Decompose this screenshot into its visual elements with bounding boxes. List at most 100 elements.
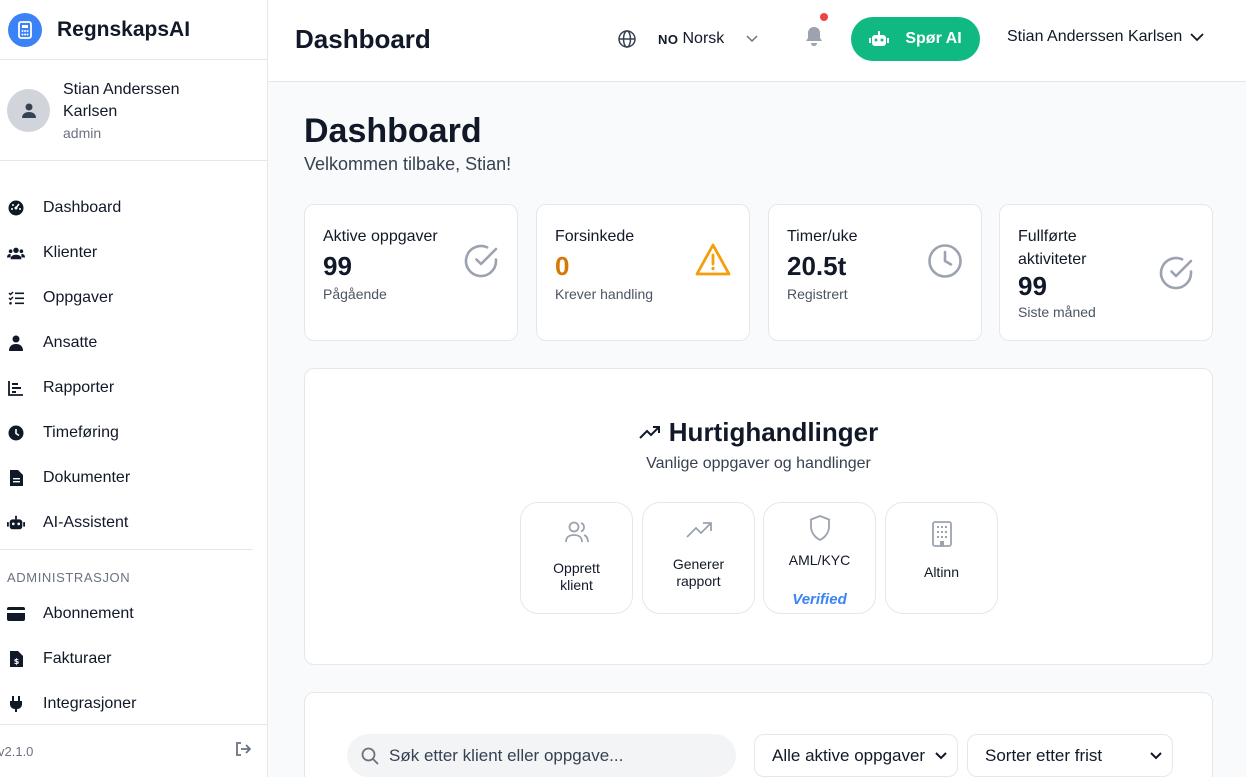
create-client-button[interactable]: Opprett klient xyxy=(520,502,633,614)
globe-icon xyxy=(618,30,636,48)
sidebar-item-label: Ansatte xyxy=(43,333,98,351)
notification-dot xyxy=(820,13,828,21)
language-code: NO xyxy=(658,31,679,47)
building-icon xyxy=(931,521,953,552)
sidebar-item-integrations[interactable]: Integrasjoner xyxy=(0,681,267,726)
robot-icon xyxy=(7,514,25,532)
sidebar-item-label: Abonnement xyxy=(43,604,134,622)
sidebar-item-subscription[interactable]: Abonnement xyxy=(0,591,267,636)
ask-ai-label: Spør AI xyxy=(905,30,962,47)
sidebar-item-label: Timeføring xyxy=(43,423,119,441)
stat-card-overdue[interactable]: Forsinkede 0 Krever handling xyxy=(536,204,750,341)
users-icon xyxy=(564,521,590,548)
robot-icon xyxy=(869,31,890,46)
sidebar-item-ai-assistant[interactable]: AI-Assistent xyxy=(0,500,267,545)
clock-icon xyxy=(927,243,963,284)
status-filter-select[interactable]: Alle aktive oppgaver xyxy=(754,734,958,777)
main-content: Dashboard Velkommen tilbake, Stian! Akti… xyxy=(268,82,1246,777)
stat-card-hours[interactable]: Timer/uke 20.5t Registrert xyxy=(768,204,982,341)
sort-select[interactable]: Sorter etter frist xyxy=(967,734,1173,777)
stat-note: Krever handling xyxy=(555,286,654,302)
tasks-icon xyxy=(7,289,25,307)
sidebar-item-label: AI-Assistent xyxy=(43,513,129,531)
employee-icon xyxy=(7,334,25,352)
sidebar-item-label: Oppgaver xyxy=(43,288,114,306)
sidebar-item-dashboard[interactable]: Dashboard xyxy=(0,185,267,230)
chevron-down-icon xyxy=(1190,32,1204,41)
user-menu[interactable]: Stian Anderssen Karlsen xyxy=(1007,28,1204,46)
sidebar-item-employees[interactable]: Ansatte xyxy=(0,320,267,365)
main-nav: Dashboard Klienter Oppgaver Ansatte Rapp… xyxy=(0,161,267,726)
shield-icon xyxy=(809,515,831,546)
quick-action-label: Altinn xyxy=(923,564,960,580)
nav-section-admin: ADMINISTRASJON xyxy=(7,570,131,585)
search-icon xyxy=(361,747,379,765)
plug-icon xyxy=(7,695,25,713)
stat-label: Forsinkede xyxy=(555,228,635,245)
notifications-button[interactable] xyxy=(804,13,828,50)
chevron-down-icon xyxy=(746,35,758,43)
quick-actions-panel: Hurtighandlinger Vanlige oppgaver og han… xyxy=(304,368,1213,665)
user-menu-name: Stian Anderssen Karlsen xyxy=(1007,28,1183,45)
quick-action-label: Opprett klient xyxy=(553,560,600,593)
sidebar-item-invoices[interactable]: $ Fakturaer xyxy=(0,636,267,681)
users-icon xyxy=(7,244,25,262)
verified-badge: Verified xyxy=(792,591,847,608)
document-icon xyxy=(7,469,25,487)
stat-label: Fullførte aktiviteter xyxy=(1018,228,1087,268)
altinn-button[interactable]: Altinn xyxy=(885,502,998,614)
page-subtitle: Velkommen tilbake, Stian! xyxy=(304,154,512,174)
sidebar-item-label: Klienter xyxy=(43,243,98,261)
chart-icon xyxy=(7,379,25,397)
brand[interactable]: RegnskapsAI xyxy=(0,0,267,60)
generate-report-button[interactable]: Generer rapport xyxy=(642,502,755,614)
quick-action-label: Generer rapport xyxy=(672,556,725,589)
credit-card-icon xyxy=(7,605,25,623)
sidebar-item-tasks[interactable]: Oppgaver xyxy=(0,275,267,320)
search-input[interactable] xyxy=(389,745,719,766)
topbar: Dashboard NO Norsk Spør AI Stian Anderss… xyxy=(268,0,1246,82)
check-circle-icon xyxy=(1158,255,1194,296)
stat-card-active-tasks[interactable]: Aktive oppgaver 99 Pågående xyxy=(304,204,518,341)
user-name: Stian Anderssen Karlsen xyxy=(63,81,180,120)
check-circle-icon xyxy=(463,243,499,284)
sidebar-footer: v2.1.0 xyxy=(0,724,267,777)
trending-up-icon xyxy=(639,425,660,439)
bell-icon xyxy=(806,27,822,46)
ask-ai-button[interactable]: Spør AI xyxy=(851,17,980,61)
sidebar: RegnskapsAI Stian Anderssen Karlsen admi… xyxy=(0,0,268,777)
sidebar-item-clients[interactable]: Klienter xyxy=(0,230,267,275)
clock-icon xyxy=(7,424,25,442)
sidebar-item-documents[interactable]: Dokumenter xyxy=(0,455,267,500)
sidebar-item-time-tracking[interactable]: Timeføring xyxy=(0,410,267,455)
calculator-icon xyxy=(8,12,42,47)
language-selector[interactable]: NO Norsk xyxy=(618,27,758,51)
user-role: admin xyxy=(63,125,102,141)
chevron-down-icon xyxy=(935,751,947,759)
sidebar-item-reports[interactable]: Rapporter xyxy=(0,365,267,410)
search-box[interactable] xyxy=(347,734,736,777)
stat-card-completed[interactable]: Fullførte aktiviteter 99 Siste måned xyxy=(999,204,1213,341)
page-title: Dashboard xyxy=(304,112,482,150)
quick-action-label: AML/KYC xyxy=(788,552,851,568)
stat-label: Aktive oppgaver xyxy=(323,228,438,245)
quick-actions-title: Hurtighandlinger xyxy=(668,417,879,447)
svg-text:$: $ xyxy=(13,657,19,666)
app-version: v2.1.0 xyxy=(0,743,34,759)
stat-note: Registrert xyxy=(787,286,848,302)
status-filter-value: Alle aktive oppgaver xyxy=(772,745,926,765)
sidebar-item-label: Integrasjoner xyxy=(43,694,137,712)
logout-icon[interactable] xyxy=(235,741,252,761)
invoice-icon: $ xyxy=(7,650,25,668)
avatar xyxy=(7,88,50,132)
dashboard-icon xyxy=(7,199,25,217)
sidebar-item-label: Rapporter xyxy=(43,378,115,396)
user-profile: Stian Anderssen Karlsen admin xyxy=(0,60,267,161)
aml-kyc-button[interactable]: AML/KYC Verified xyxy=(763,502,876,614)
quick-actions-subtitle: Vanlige oppgaver og handlinger xyxy=(646,455,871,472)
trending-up-icon xyxy=(685,521,712,544)
stat-note: Pågående xyxy=(323,286,387,302)
app-name: RegnskapsAI xyxy=(57,17,191,41)
stat-note: Siste måned xyxy=(1018,304,1096,320)
task-filters: Alle aktive oppgaver Sorter etter frist xyxy=(304,692,1213,777)
